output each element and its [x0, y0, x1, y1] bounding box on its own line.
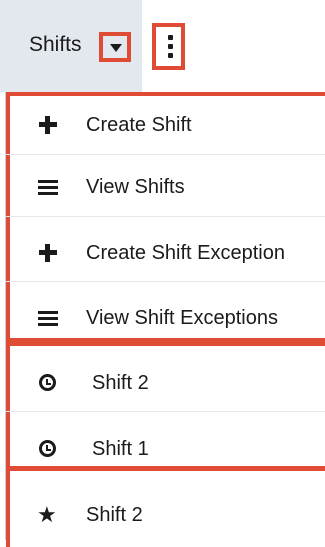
- menu-item-label: Create Shift: [86, 114, 192, 136]
- plus-icon: [39, 244, 57, 262]
- divider: [6, 281, 325, 282]
- star-icon: ★: [37, 502, 57, 527]
- module-tab-label[interactable]: Shifts: [29, 33, 82, 57]
- menu-item-create-shift-exception[interactable]: Create Shift Exception: [6, 238, 325, 268]
- divider: [6, 411, 325, 412]
- module-dropdown-menu: Create Shift View Shifts Create Shift Ex…: [5, 92, 325, 547]
- divider: [6, 216, 325, 217]
- list-icon: [38, 311, 58, 327]
- menu-item-label: View Shift Exceptions: [86, 307, 278, 329]
- more-actions-button[interactable]: [152, 23, 185, 70]
- menu-item-label: Shift 2: [86, 504, 143, 526]
- menu-item-view-shift-exceptions[interactable]: View Shift Exceptions: [6, 303, 325, 333]
- kebab-icon: [168, 35, 173, 58]
- clock-icon: [39, 374, 56, 391]
- menu-item-create-shift[interactable]: Create Shift: [6, 110, 325, 140]
- menu-item-favorite-shift-2[interactable]: ★ Shift 2: [6, 501, 325, 531]
- menu-item-recent-shift-1[interactable]: Shift 1: [6, 435, 325, 465]
- module-tab-shifts[interactable]: Shifts: [0, 0, 142, 92]
- menu-item-label: Shift 1: [92, 438, 149, 460]
- menu-item-label: Shift 2: [92, 372, 149, 394]
- menu-item-recent-shift-2[interactable]: Shift 2: [6, 369, 325, 399]
- module-dropdown-button[interactable]: [99, 32, 131, 62]
- menu-item-label: View Shifts: [86, 176, 185, 198]
- menu-item-view-shifts[interactable]: View Shifts: [6, 172, 325, 202]
- menu-item-label: Create Shift Exception: [86, 242, 285, 264]
- list-icon: [38, 180, 58, 196]
- divider: [6, 154, 325, 155]
- clock-icon: [39, 440, 56, 457]
- plus-icon: [39, 116, 57, 134]
- top-navigation-bar: Shifts: [0, 0, 325, 92]
- caret-down-icon: [110, 44, 122, 52]
